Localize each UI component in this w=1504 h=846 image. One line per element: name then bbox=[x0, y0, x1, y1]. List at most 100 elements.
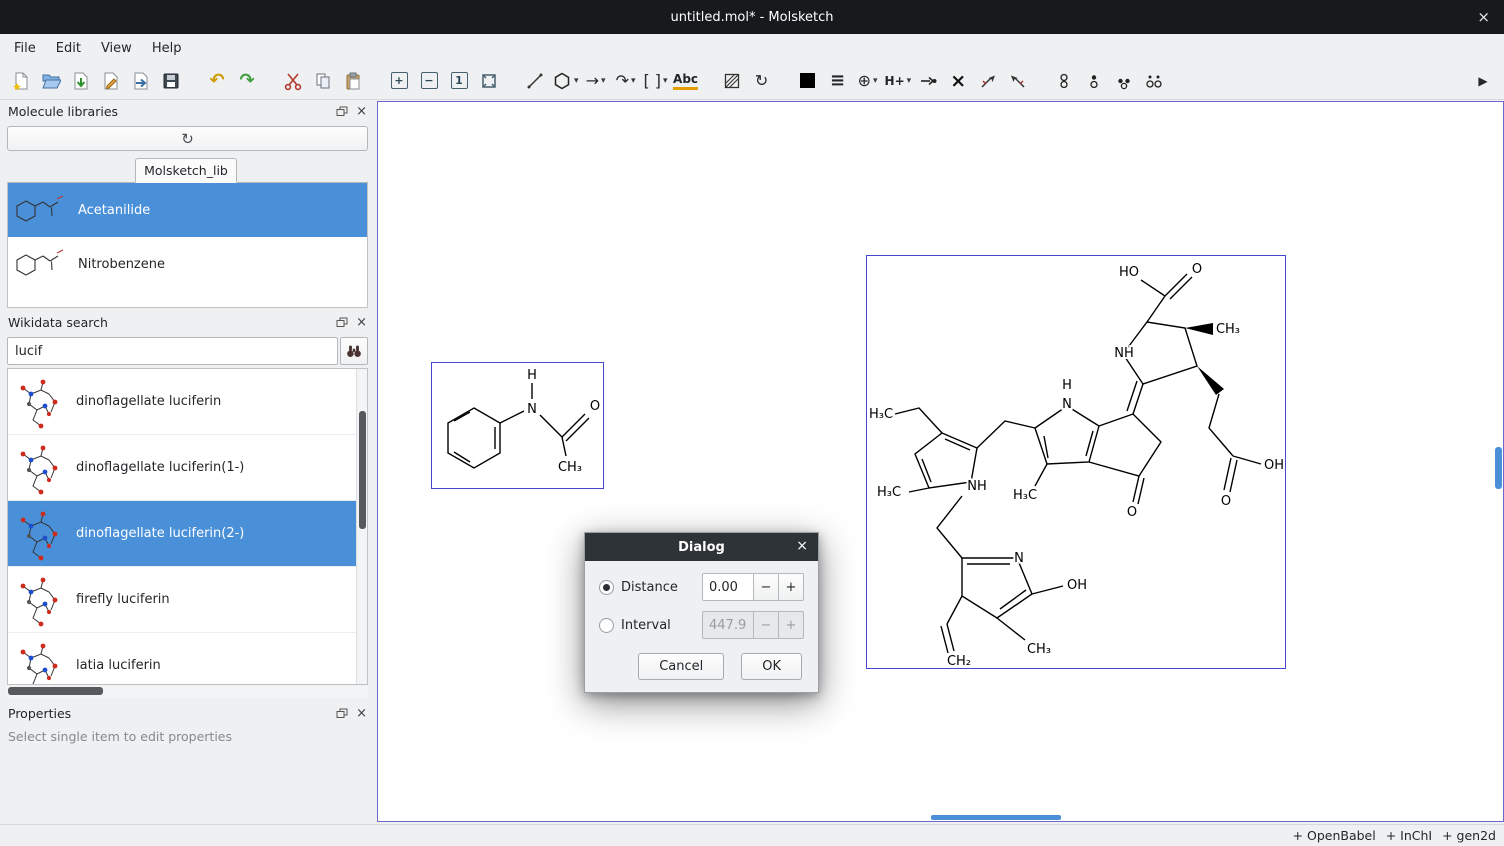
radical-button[interactable] bbox=[1079, 67, 1109, 95]
atom-label[interactable]: NH bbox=[967, 479, 987, 494]
line-width-button[interactable]: ≡ bbox=[823, 67, 853, 95]
diradical-button[interactable] bbox=[1139, 67, 1169, 95]
zoom-original-button[interactable]: 1 bbox=[444, 67, 474, 95]
canvas-vertical-scrollbar-handle[interactable] bbox=[1495, 447, 1502, 489]
float-panel-icon[interactable] bbox=[336, 317, 348, 328]
menu-edit[interactable]: Edit bbox=[46, 37, 91, 60]
charge-dropdown-caret-icon[interactable]: ▾ bbox=[873, 76, 878, 86]
lone-pair-button[interactable] bbox=[1049, 67, 1079, 95]
scrollbar-handle[interactable] bbox=[8, 687, 103, 695]
wikidata-search-input[interactable] bbox=[7, 337, 338, 365]
atom-label[interactable]: N bbox=[1062, 397, 1072, 412]
dialog-titlebar[interactable]: Dialog × bbox=[585, 533, 818, 561]
window-close-button[interactable]: × bbox=[1477, 7, 1490, 27]
open-button[interactable] bbox=[36, 67, 66, 95]
toolbar-expand-button[interactable]: ▶ bbox=[1468, 67, 1498, 95]
atom-label[interactable]: H₃C bbox=[1013, 488, 1037, 503]
refresh-libraries-button[interactable]: ↻ bbox=[7, 126, 368, 151]
atom-label[interactable]: O bbox=[1192, 262, 1202, 277]
zoom-fit-button[interactable] bbox=[474, 67, 504, 95]
export-button[interactable] bbox=[126, 67, 156, 95]
save-as-button[interactable] bbox=[96, 67, 126, 95]
draw-bond-button[interactable] bbox=[520, 67, 550, 95]
atom-label[interactable]: NH bbox=[1114, 346, 1134, 361]
ring-dropdown-caret-icon[interactable]: ▾ bbox=[574, 76, 579, 86]
cut-button[interactable] bbox=[278, 67, 308, 95]
wikidata-list-item[interactable]: dinoflagellate luciferin(1-) bbox=[8, 435, 367, 501]
hydrogens-dropdown-caret-icon[interactable]: ▾ bbox=[907, 76, 912, 86]
redo-button[interactable]: ↷ bbox=[232, 67, 262, 95]
atom-label[interactable]: CH₂ bbox=[947, 654, 971, 668]
wikidata-list-item[interactable]: latia luciferin bbox=[8, 633, 367, 685]
canvas-horizontal-scrollbar-handle[interactable] bbox=[931, 815, 1061, 820]
save-button[interactable] bbox=[66, 67, 96, 95]
float-panel-icon[interactable] bbox=[336, 708, 348, 719]
interval-decrement-button[interactable]: − bbox=[753, 611, 779, 639]
atom-label[interactable]: O bbox=[590, 399, 600, 414]
draw-ring-button[interactable]: ▾ bbox=[550, 67, 581, 95]
menu-file[interactable]: File bbox=[4, 37, 46, 60]
dialog-close-button[interactable]: × bbox=[796, 538, 808, 554]
arrow-dropdown-caret-icon[interactable]: ▾ bbox=[601, 76, 606, 86]
charge-button[interactable]: ⊕▾ bbox=[853, 67, 883, 95]
atom-label[interactable]: HO bbox=[1119, 265, 1139, 280]
menu-view[interactable]: View bbox=[91, 37, 142, 60]
atom-label[interactable]: OH bbox=[1067, 578, 1087, 593]
wikidata-panel-close-button[interactable]: × bbox=[356, 315, 367, 330]
float-panel-icon[interactable] bbox=[336, 106, 348, 117]
drawing-canvas[interactable]: H N O CH₃ bbox=[377, 101, 1504, 822]
library-list-item[interactable]: Nitrobenzene bbox=[8, 237, 367, 291]
atom-label[interactable]: O bbox=[1221, 494, 1231, 509]
cancel-button[interactable]: Cancel bbox=[638, 653, 724, 680]
atom-label[interactable]: OH bbox=[1264, 458, 1284, 473]
insert-text-button[interactable]: Abc bbox=[671, 67, 701, 95]
connect-button[interactable] bbox=[913, 67, 943, 95]
properties-panel-close-button[interactable]: × bbox=[356, 706, 367, 721]
mechanism-dropdown-caret-icon[interactable]: ▾ bbox=[631, 76, 636, 86]
acetanilide-molecule[interactable]: H N O CH₃ bbox=[431, 362, 604, 489]
atom-label[interactable]: H bbox=[527, 368, 537, 383]
hydrogens-button[interactable]: H+▾ bbox=[883, 67, 914, 95]
atom-label[interactable]: O bbox=[1127, 505, 1137, 520]
scrollbar-handle[interactable] bbox=[359, 411, 366, 529]
interval-input[interactable] bbox=[702, 611, 754, 639]
atom-label[interactable]: H₃C bbox=[869, 407, 893, 422]
wikidata-search-button[interactable] bbox=[340, 337, 368, 365]
paste-button[interactable] bbox=[338, 67, 368, 95]
bracket-dropdown-caret-icon[interactable]: ▾ bbox=[663, 76, 668, 86]
atom-label[interactable]: H₃C bbox=[877, 485, 901, 500]
zoom-in-button[interactable]: + bbox=[384, 67, 414, 95]
ok-button[interactable]: OK bbox=[741, 653, 802, 680]
delete-button[interactable]: × bbox=[943, 67, 973, 95]
reaction-arrow-button[interactable]: →▾ bbox=[581, 67, 611, 95]
tab-molsketch-lib[interactable]: Molsketch_lib bbox=[135, 158, 237, 183]
rotate-button[interactable]: ↻ bbox=[747, 67, 777, 95]
mechanism-arrow-button[interactable]: ↷▾ bbox=[611, 67, 641, 95]
atom-label[interactable]: CH₃ bbox=[1027, 642, 1051, 657]
undo-button[interactable]: ↶ bbox=[202, 67, 232, 95]
distance-increment-button[interactable]: + bbox=[778, 573, 804, 601]
bracket-button[interactable]: [ ]▾ bbox=[641, 67, 671, 95]
atom-label[interactable]: N bbox=[527, 402, 537, 417]
electron-flow-2-button[interactable] bbox=[1003, 67, 1033, 95]
wikidata-list-item[interactable]: dinoflagellate luciferin(2-) bbox=[8, 501, 367, 567]
atom-label[interactable]: CH₃ bbox=[558, 460, 582, 475]
wikidata-list-item[interactable]: firefly luciferin bbox=[8, 567, 367, 633]
luciferin-molecule[interactable]: HO O CH₃ NH H₃C H₃C NH H N H₃C O OH O N … bbox=[866, 255, 1286, 669]
interval-increment-button[interactable]: + bbox=[778, 611, 804, 639]
flip-button[interactable] bbox=[717, 67, 747, 95]
wikidata-vertical-scrollbar[interactable] bbox=[356, 369, 367, 684]
atom-label[interactable]: N bbox=[1014, 551, 1024, 566]
wikidata-list-item[interactable]: dinoflagellate luciferin bbox=[8, 369, 367, 435]
electron-pair-button[interactable] bbox=[1109, 67, 1139, 95]
print-button[interactable] bbox=[156, 67, 186, 95]
zoom-out-button[interactable]: − bbox=[414, 67, 444, 95]
electron-flow-1-button[interactable] bbox=[973, 67, 1003, 95]
library-list-item[interactable]: Acetanilide bbox=[8, 183, 367, 237]
atom-label[interactable]: H bbox=[1062, 378, 1072, 393]
atom-label[interactable]: CH₃ bbox=[1216, 322, 1240, 337]
new-button[interactable] bbox=[6, 67, 36, 95]
distance-input[interactable] bbox=[702, 573, 754, 601]
distance-radio[interactable] bbox=[599, 580, 614, 595]
wikidata-horizontal-scrollbar[interactable] bbox=[7, 686, 368, 697]
